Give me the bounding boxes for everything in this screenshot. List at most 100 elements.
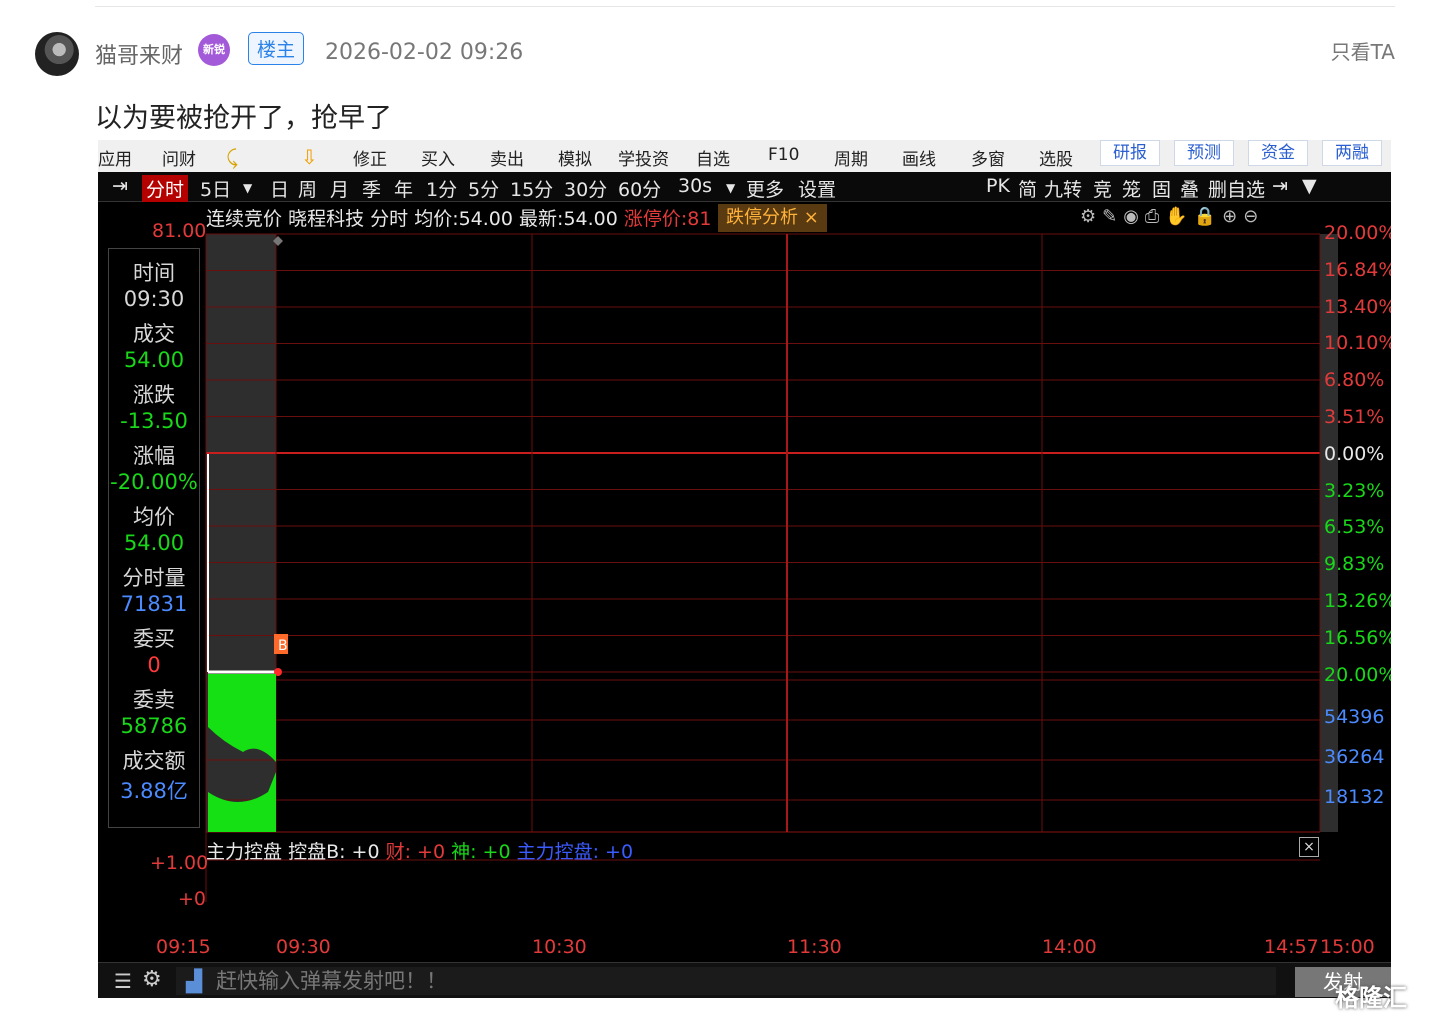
indicator-shen: 神: +0 (451, 841, 511, 863)
right-tool-button[interactable]: 简 (1018, 175, 1037, 202)
quote-label: 涨跌 (133, 383, 175, 407)
period-tab[interactable]: 日 (270, 175, 289, 202)
menu-right-button[interactable]: 资金 (1248, 140, 1308, 166)
menu-item[interactable]: F10 (768, 145, 799, 165)
menu-item[interactable]: 多窗 (971, 145, 1005, 170)
pct-axis-label: 6.53% (1324, 516, 1385, 539)
auction-state: 连续竞价 (206, 208, 283, 230)
indicator-b: 控盘B: +0 (288, 841, 380, 863)
indicator-name: 主力控盘 (206, 841, 283, 863)
period-tab[interactable]: 30s (678, 175, 712, 197)
app-menubar: 应用 问财 修正 买入 卖出 模拟 学投资 自选 F10 周期 画线 多窗 选股 研报 预测 资金 两融 ⤹ ⇩ (98, 140, 1391, 172)
indicator-close-icon[interactable]: × (1299, 837, 1319, 857)
period-tab[interactable]: 年 (394, 175, 413, 202)
chevron-down-icon[interactable]: ▼ (243, 181, 252, 195)
time-axis-label: 11:30 (787, 936, 842, 958)
quote-value: 54.00 (123, 531, 185, 555)
top-divider (95, 6, 1395, 7)
time-axis-label: 09:15 (156, 936, 211, 958)
pct-axis-label: 9.83% (1324, 553, 1385, 576)
right-tool-button[interactable]: PK (986, 175, 1010, 197)
pct-axis-label: 20.00% (1324, 222, 1391, 244)
owner-tag: 楼主 (248, 32, 305, 65)
right-tool-button[interactable]: 笼 (1122, 175, 1141, 202)
pct-axis-label: 16.56% (1324, 626, 1391, 649)
menu-item[interactable]: 自选 (696, 145, 730, 170)
period-tab[interactable]: 15分 (510, 175, 553, 202)
pct-axis-label: 3.23% (1324, 479, 1385, 502)
list-icon[interactable]: ☰ (114, 969, 132, 993)
pct-axis-label: 3.51% (1324, 406, 1385, 428)
right-tool-button[interactable]: 叠 (1180, 175, 1199, 202)
right-tool-button[interactable]: 竞 (1093, 175, 1112, 202)
volume-axis-label: 18132 (1324, 786, 1385, 808)
chart-toolbar[interactable]: ⚙✎◉⎙✋🔒⊕⊖ (1080, 206, 1264, 227)
price-axis-top: 81.00 (152, 220, 207, 242)
menu-item[interactable]: 画线 (902, 145, 936, 170)
right-tool-button[interactable]: 固 (1152, 175, 1171, 202)
collapse-arrow-icon[interactable]: ⇥ (112, 175, 128, 197)
quote-value: -20.00% (110, 470, 198, 494)
post-time: 2026-02-02 09:26 (325, 40, 524, 65)
undo-arrow-icon[interactable]: ⤹ (226, 145, 238, 169)
pct-axis-label: 16.84% (1324, 258, 1391, 281)
watermark: 格隆汇 (1335, 984, 1407, 1012)
menu-right-button[interactable]: 研报 (1100, 140, 1160, 166)
limit-up-price: 涨停价:81 (623, 208, 712, 230)
danmu-input[interactable]: ▟ 赶快输入弹幕发射吧！！ (176, 967, 1276, 995)
period-tab[interactable]: 分时 (142, 175, 189, 202)
chevron-down-icon[interactable]: ▼ (726, 181, 735, 195)
avatar[interactable] (35, 32, 79, 76)
menu-item[interactable]: 选股 (1039, 145, 1073, 170)
menu-item[interactable]: 卖出 (490, 145, 524, 170)
period-tab[interactable]: 月 (330, 175, 349, 202)
period-tab[interactable]: 30分 (564, 175, 607, 202)
menu-item[interactable]: 周期 (834, 145, 868, 170)
buy-marker-label: B (278, 638, 288, 654)
expand-arrow-icon[interactable]: ⇥ (1272, 175, 1288, 197)
mode-label: 分时 (370, 208, 409, 230)
quote-label: 委卖 (133, 688, 175, 712)
right-tool-button[interactable]: 删自选 (1208, 175, 1265, 202)
limit-down-analysis-label: 跌停分析 (726, 207, 798, 228)
quote-label: 委买 (133, 627, 175, 651)
right-tool-button[interactable]: 九转 (1044, 175, 1082, 202)
menu-item[interactable]: 模拟 (558, 145, 592, 170)
menu-right-button[interactable]: 预测 (1174, 140, 1234, 166)
last-label: 最新: (519, 208, 564, 230)
time-axis-label: 09:30 (276, 936, 331, 958)
menu-item[interactable]: 修正 (353, 145, 387, 170)
menu-item[interactable]: 问财 (162, 145, 196, 170)
only-ta-link[interactable]: 只看TA (1331, 36, 1395, 65)
menu-item[interactable]: 学投资 (618, 145, 669, 170)
time-axis-label: 14:57 (1264, 936, 1319, 958)
settings-gear-icon[interactable]: ⚙ (142, 967, 162, 992)
volume-axis-label: 36264 (1324, 746, 1385, 768)
period-tab[interactable]: 周 (298, 175, 317, 202)
chevron-down-icon[interactable]: ▼ (1302, 175, 1317, 197)
period-tab[interactable]: 季 (362, 175, 381, 202)
screenshot-image: 应用 问财 修正 买入 卖出 模拟 学投资 自选 F10 周期 画线 多窗 选股 研报 预测 资金 两融 ⤹ ⇩ ⇥… (98, 140, 1391, 998)
volume-axis-label: 54396 (1324, 706, 1385, 728)
period-tab[interactable]: 设置 (798, 175, 836, 202)
download-arrow-icon[interactable]: ⇩ (301, 145, 318, 169)
username[interactable]: 猫哥来财 (95, 38, 183, 70)
avg-value: 54.00 (458, 208, 513, 230)
period-tab[interactable]: 5分 (468, 175, 499, 202)
time-axis-label: 14:00 (1042, 936, 1097, 958)
indicator-cai: 财: +0 (385, 841, 446, 863)
quote-value: -13.50 (120, 409, 188, 433)
period-tab[interactable]: 1分 (426, 175, 457, 202)
menu-item[interactable]: 买入 (421, 145, 455, 170)
menu-right-button[interactable]: 两融 (1322, 140, 1382, 166)
period-tab[interactable]: 5日 (200, 175, 231, 202)
period-tab[interactable]: 60分 (618, 175, 661, 202)
danmu-icon: ▟ (186, 969, 203, 993)
limit-down-analysis-tab[interactable]: 跌停分析 × (718, 204, 827, 232)
menu-item[interactable]: 应用 (98, 145, 132, 170)
indicator-axis-label: +1.00 (150, 852, 209, 874)
period-tab[interactable]: 更多 (746, 175, 784, 202)
close-icon[interactable]: × (804, 207, 819, 228)
avg-label: 均价: (414, 208, 459, 230)
quote-label: 均价 (133, 505, 175, 529)
